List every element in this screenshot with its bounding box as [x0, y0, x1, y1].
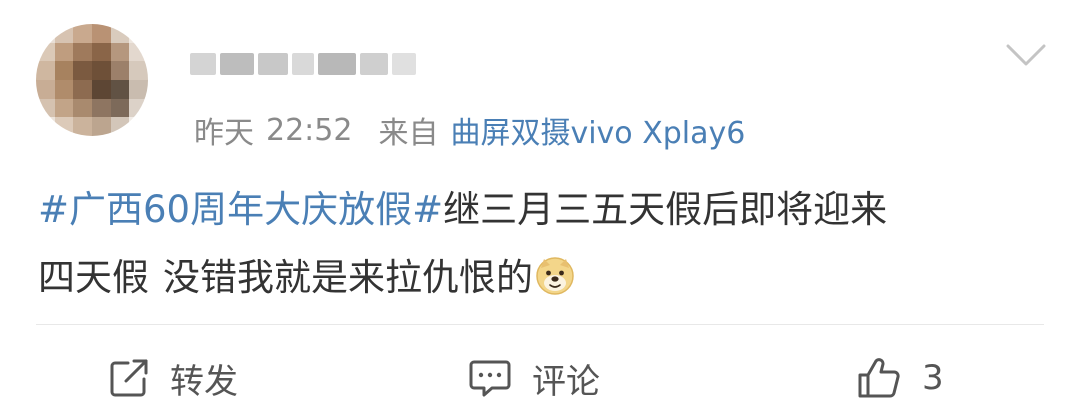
- chevron-down-icon[interactable]: [1004, 38, 1048, 72]
- hashtag-link[interactable]: #广西60周年大庆放假#: [38, 188, 443, 231]
- like-button[interactable]: 3: [856, 352, 944, 404]
- like-count: 3: [922, 358, 944, 398]
- doge-emoji-icon: [535, 250, 575, 295]
- comment-icon: [469, 360, 511, 397]
- content-text-1: 继三月三五天假后即将迎来: [443, 188, 888, 231]
- content-text-2a: 四天假: [38, 256, 149, 299]
- username[interactable]: [190, 40, 430, 88]
- post-meta: 昨天 22:52 来自 曲屏双摄vivo Xplay6: [194, 108, 745, 152]
- content-text-2b: 没错我就是来拉仇恨的: [163, 256, 533, 299]
- thumbs-up-icon: [858, 358, 900, 398]
- content-line-1: #广西60周年大庆放假#继三月三五天假后即将迎来: [38, 176, 1058, 244]
- source-device-link[interactable]: 曲屏双摄vivo Xplay6: [450, 108, 745, 152]
- repost-icon: [110, 359, 148, 397]
- repost-label: 转发: [170, 361, 238, 402]
- comment-button[interactable]: 评论: [468, 352, 600, 404]
- repost-button[interactable]: 转发: [108, 352, 238, 404]
- comment-label: 评论: [532, 361, 600, 402]
- divider: [36, 324, 1044, 325]
- source-prefix: 来自: [378, 116, 439, 151]
- time-label: 昨天: [194, 116, 254, 151]
- content-line-2: 四天假 没错我就是来拉仇恨的: [38, 244, 1058, 312]
- post-time: 22:52: [266, 112, 353, 148]
- avatar[interactable]: [36, 24, 148, 136]
- post-content: #广西60周年大庆放假#继三月三五天假后即将迎来 四天假 没错我就是来拉仇恨的: [38, 176, 1058, 312]
